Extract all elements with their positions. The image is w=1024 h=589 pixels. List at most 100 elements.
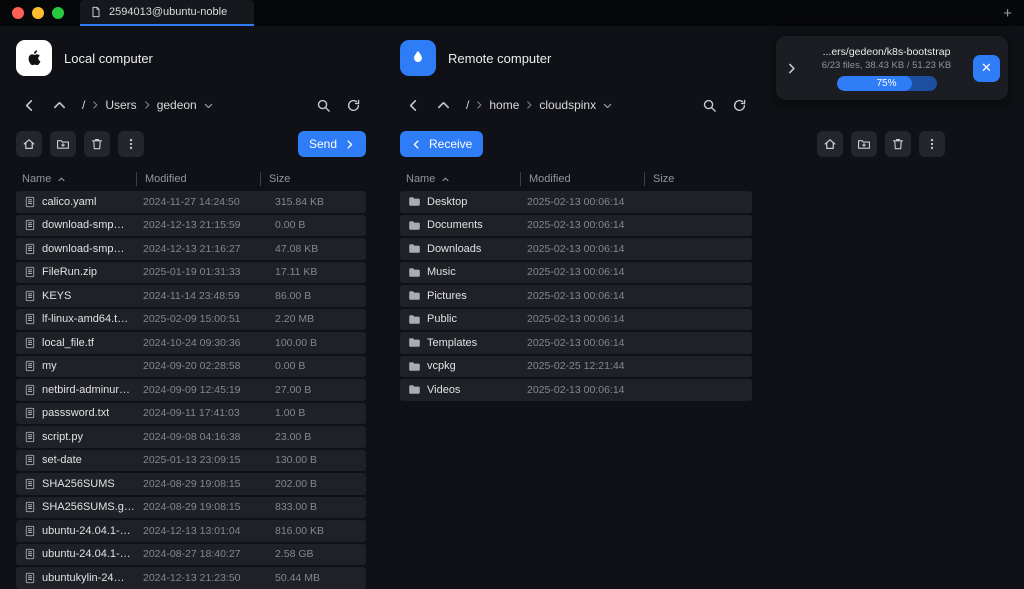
back-button[interactable] xyxy=(400,92,426,118)
kebab-icon[interactable] xyxy=(919,131,945,157)
table-row[interactable]: SHA256SUMS.g…2024-08-29 19:08:15833.00 B xyxy=(16,497,366,519)
row-name-cell: SHA256SUMS.g… xyxy=(24,501,142,513)
up-directory-button[interactable] xyxy=(46,92,72,118)
titlebar: 2594013@ubuntu-noble + xyxy=(0,0,1024,26)
back-button[interactable] xyxy=(16,92,42,118)
row-name-label: vcpkg xyxy=(427,360,456,372)
file-icon xyxy=(24,337,36,349)
expand-chevron-icon[interactable] xyxy=(782,55,800,81)
trash-icon[interactable] xyxy=(885,131,911,157)
new-folder-icon[interactable] xyxy=(50,131,76,157)
chevron-down-icon[interactable] xyxy=(203,100,214,111)
row-name-cell: download-smp… xyxy=(24,243,142,255)
row-modified: 2024-08-27 18:40:27 xyxy=(142,548,266,560)
table-row[interactable]: local_file.tf2024-10-24 09:30:36100.00 B xyxy=(16,332,366,354)
row-modified: 2024-08-29 19:08:15 xyxy=(142,478,266,490)
table-row[interactable]: Downloads2025-02-13 00:06:14 xyxy=(400,238,752,260)
column-header-modified[interactable]: Modified xyxy=(136,167,260,191)
refresh-icon[interactable] xyxy=(340,92,366,118)
table-row[interactable]: download-smp…2024-12-13 21:16:2747.08 KB xyxy=(16,238,366,260)
refresh-icon[interactable] xyxy=(726,92,752,118)
row-name-label: SHA256SUMS xyxy=(42,478,115,490)
table-row[interactable]: Desktop2025-02-13 00:06:14 xyxy=(400,191,752,213)
table-row[interactable]: Public2025-02-13 00:06:14 xyxy=(400,309,752,331)
row-modified: 2025-01-19 01:31:33 xyxy=(142,266,266,278)
table-row[interactable]: netbird-adminur…2024-09-09 12:45:1927.00… xyxy=(16,379,366,401)
breadcrumb-item-users[interactable]: Users xyxy=(105,98,136,112)
table-row[interactable]: KEYS2024-11-14 23:48:5986.00 B xyxy=(16,285,366,307)
zoom-window-button[interactable] xyxy=(52,7,64,19)
home-icon[interactable] xyxy=(16,131,42,157)
row-name-label: local_file.tf xyxy=(42,337,94,349)
new-tab-button[interactable]: + xyxy=(991,5,1024,22)
row-name-label: Music xyxy=(427,266,456,278)
breadcrumb-item-gedeon[interactable]: gedeon xyxy=(157,98,197,112)
row-name-label: Pictures xyxy=(427,290,467,302)
breadcrumb-item-home[interactable]: home xyxy=(489,98,519,112)
search-icon[interactable] xyxy=(696,92,722,118)
breadcrumb-item-cloudspinx[interactable]: cloudspinx xyxy=(539,98,596,112)
table-row[interactable]: script.py2024-09-08 04:16:3823.00 B xyxy=(16,426,366,448)
table-row[interactable]: my2024-09-20 02:28:580.00 B xyxy=(16,356,366,378)
local-nav-row: / Users gedeon xyxy=(16,90,366,120)
table-row[interactable]: ubuntukylin-24…2024-12-13 21:23:5050.44 … xyxy=(16,567,366,589)
table-row[interactable]: SHA256SUMS2024-08-29 19:08:15202.00 B xyxy=(16,473,366,495)
table-row[interactable]: passsword.txt2024-09-11 17:41:031.00 B xyxy=(16,403,366,425)
session-tab[interactable]: 2594013@ubuntu-noble xyxy=(80,0,254,26)
file-icon xyxy=(24,360,36,372)
remote-panel: Remote computer / home cloudspinx xyxy=(400,38,945,589)
row-size: 315.84 KB xyxy=(266,196,366,208)
table-row[interactable]: Templates2025-02-13 00:06:14 xyxy=(400,332,752,354)
transfer-progress-label: 75% xyxy=(837,76,937,91)
file-icon xyxy=(24,290,36,302)
table-row[interactable]: Videos2025-02-13 00:06:14 xyxy=(400,379,752,401)
local-file-table: Name Modified Size calico.yaml2024-11-27… xyxy=(16,167,366,589)
breadcrumb-root[interactable]: / xyxy=(466,98,469,112)
transfer-path: ...ers/gedeon/k8s-bootstrap xyxy=(823,46,951,58)
chevron-down-icon[interactable] xyxy=(602,100,613,111)
chevron-right-icon xyxy=(90,100,100,110)
file-icon xyxy=(24,548,36,560)
send-button[interactable]: Send xyxy=(298,131,366,157)
new-folder-icon[interactable] xyxy=(851,131,877,157)
remote-nav-row: / home cloudspinx xyxy=(400,90,752,120)
trash-icon[interactable] xyxy=(84,131,110,157)
table-row[interactable]: ubuntu-24.04.1-…2024-08-27 18:40:272.58 … xyxy=(16,544,366,566)
row-size: 86.00 B xyxy=(266,290,366,302)
table-row[interactable]: ubuntu-24.04.1-…2024-12-13 13:01:04816.0… xyxy=(16,520,366,542)
close-window-button[interactable] xyxy=(12,7,24,19)
minimize-window-button[interactable] xyxy=(32,7,44,19)
table-row[interactable]: vcpkg2025-02-25 12:21:44 xyxy=(400,356,752,378)
table-row[interactable]: calico.yaml2024-11-27 14:24:50315.84 KB xyxy=(16,191,366,213)
row-name-cell: SHA256SUMS xyxy=(24,478,142,490)
chevron-right-icon xyxy=(142,100,152,110)
table-row[interactable]: FileRun.zip2025-01-19 01:31:3317.11 KB xyxy=(16,262,366,284)
folder-icon xyxy=(408,219,421,232)
receive-button[interactable]: Receive xyxy=(400,131,483,157)
table-row[interactable]: Documents2025-02-13 00:06:14 xyxy=(400,215,752,237)
column-header-modified[interactable]: Modified xyxy=(520,167,644,191)
column-header-size[interactable]: Size xyxy=(260,167,366,191)
table-row[interactable]: download-smp…2024-12-13 21:15:590.00 B xyxy=(16,215,366,237)
column-header-size[interactable]: Size xyxy=(644,167,752,191)
up-directory-button[interactable] xyxy=(430,92,456,118)
table-row[interactable]: lf-linux-amd64.t…2025-02-09 15:00:512.20… xyxy=(16,309,366,331)
column-header-name[interactable]: Name xyxy=(400,167,520,191)
table-row[interactable]: Pictures2025-02-13 00:06:14 xyxy=(400,285,752,307)
search-icon[interactable] xyxy=(310,92,336,118)
remote-toolbar: Receive xyxy=(400,130,945,158)
table-row[interactable]: set-date2025-01-13 23:09:15130.00 B xyxy=(16,450,366,472)
breadcrumb-root[interactable]: / xyxy=(82,98,85,112)
chevron-right-icon xyxy=(474,100,484,110)
kebab-icon[interactable] xyxy=(118,131,144,157)
row-name-cell: Videos xyxy=(408,383,526,396)
breadcrumb: / home cloudspinx xyxy=(460,91,692,119)
home-icon[interactable] xyxy=(817,131,843,157)
table-row[interactable]: Music2025-02-13 00:06:14 xyxy=(400,262,752,284)
row-name-cell: vcpkg xyxy=(408,360,526,373)
row-size: 2.20 MB xyxy=(266,313,366,325)
close-icon[interactable]: ✕ xyxy=(973,55,1000,82)
column-header-name[interactable]: Name xyxy=(16,167,136,191)
row-modified: 2024-12-13 21:16:27 xyxy=(142,243,266,255)
row-name-cell: Pictures xyxy=(408,289,526,302)
